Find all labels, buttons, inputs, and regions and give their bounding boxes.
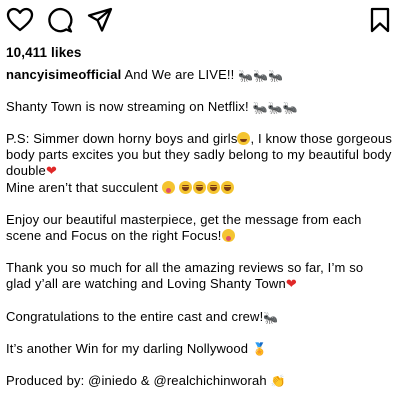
mention-link-realchichinworah[interactable]: @realchichinworah	[153, 373, 266, 388]
ant-emoji-icon: 🐜🐜🐜	[238, 69, 284, 83]
caption-line-7: It’s another Win for my darling Nollywoo…	[6, 341, 392, 357]
post-caption: nancyisimeofficial And We are LIVE!! 🐜🐜🐜…	[6, 67, 392, 389]
caption-line-1: nancyisimeofficial And We are LIVE!! 🐜🐜🐜	[6, 67, 392, 83]
caption-text: P.S: Simmer down horny boys and girls	[6, 131, 238, 146]
caption-line-5: Thank you so much for all the amazing re…	[6, 260, 392, 293]
medal-emoji-icon: 🏅	[251, 342, 268, 356]
laughing-emoji-icon	[206, 181, 220, 194]
caption-text: And We are LIVE!!	[124, 67, 235, 82]
caption-line-6: Congratulations to the entire cast and c…	[6, 309, 392, 325]
caption-line-3: P.S: Simmer down horny boys and girls, I…	[6, 131, 392, 196]
caption-text: &	[140, 373, 150, 388]
laughing-emoji-icon	[220, 181, 234, 194]
caption-text: It’s another Win for my darling Nollywoo…	[6, 341, 249, 356]
caption-text: Shanty Town is now streaming on Netflix!	[6, 99, 249, 114]
grinning-emoji-icon	[237, 132, 251, 145]
tongue-out-emoji-icon	[161, 181, 175, 194]
bookmark-icon[interactable]	[366, 6, 394, 34]
post-action-bar	[0, 6, 400, 34]
share-paper-plane-icon[interactable]	[86, 6, 114, 34]
like-heart-icon[interactable]	[6, 6, 34, 34]
caption-line-8: Produced by: @iniedo & @realchichinworah…	[6, 373, 392, 389]
likes-count[interactable]: 10,411 likes	[6, 45, 82, 60]
caption-username[interactable]: nancyisimeofficial	[6, 67, 121, 82]
ant-emoji-icon: 🐜🐜🐜	[252, 101, 298, 115]
caption-text: Produced by:	[6, 373, 85, 388]
caption-text: Thank you so much for all the amazing re…	[6, 260, 364, 291]
caption-text: Mine aren’t that succulent	[6, 180, 159, 195]
comment-bubble-icon[interactable]	[46, 6, 74, 34]
caption-text: Congratulations to the entire cast and c…	[6, 309, 264, 324]
red-heart-emoji-icon: ❤	[45, 164, 57, 179]
tongue-out-emoji-icon	[221, 229, 235, 242]
ant-emoji-icon: 🐜	[263, 311, 279, 325]
caption-line-2: Shanty Town is now streaming on Netflix!…	[6, 99, 392, 115]
laughing-emoji-icon	[192, 181, 206, 194]
caption-text: Enjoy our beautiful masterpiece, get the…	[6, 212, 362, 243]
laughing-emoji-icon	[178, 181, 192, 194]
clapping-emoji-icon: 👏	[270, 374, 286, 388]
red-heart-emoji-icon: ❤	[285, 277, 297, 292]
caption-line-4: Enjoy our beautiful masterpiece, get the…	[6, 212, 392, 244]
mention-link-iniedo[interactable]: @iniedo	[88, 373, 137, 388]
